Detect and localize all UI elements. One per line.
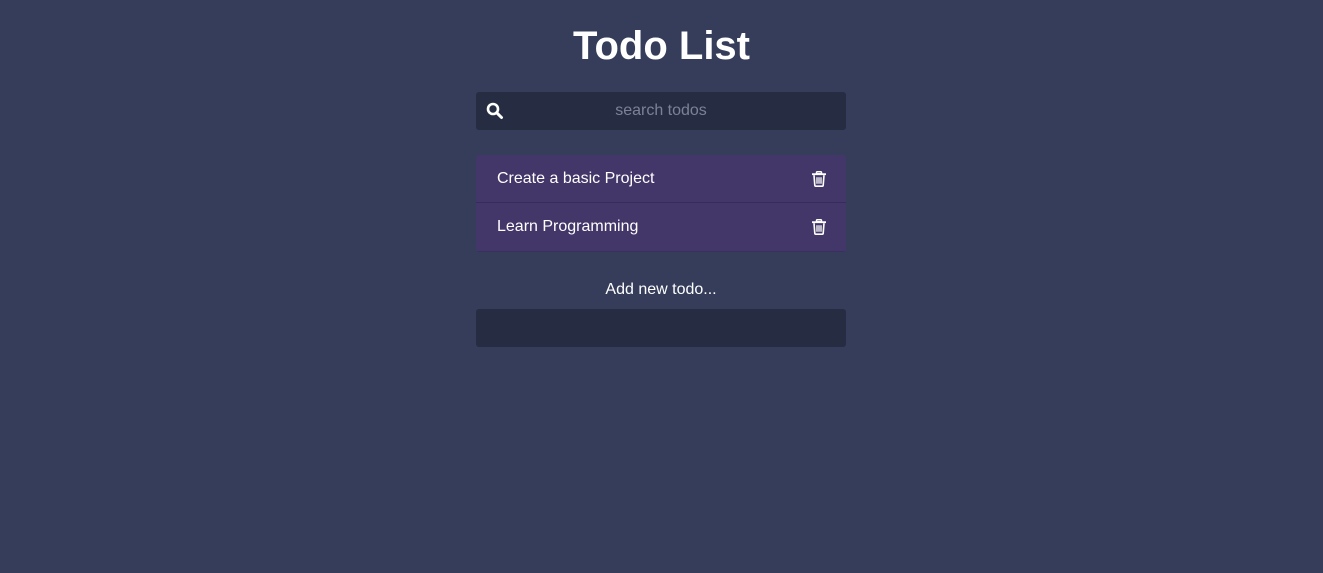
add-todo-input[interactable] xyxy=(476,309,846,347)
todo-item: Learn Programming xyxy=(476,203,846,252)
todo-item: Create a basic Project xyxy=(476,155,846,203)
page-title: Todo List xyxy=(573,24,750,68)
trash-icon[interactable] xyxy=(811,171,827,187)
search-icon xyxy=(486,102,504,120)
search-input[interactable] xyxy=(512,92,810,130)
add-todo-label: Add new todo... xyxy=(605,281,717,298)
trash-icon[interactable] xyxy=(811,219,827,235)
todo-item-text: Learn Programming xyxy=(497,218,639,235)
search-box[interactable] xyxy=(476,92,846,130)
todo-list: Create a basic Project Learn Programming xyxy=(476,155,846,252)
todo-app: Todo List Create a basic Project xyxy=(0,0,1323,573)
todo-item-text: Create a basic Project xyxy=(497,170,655,187)
